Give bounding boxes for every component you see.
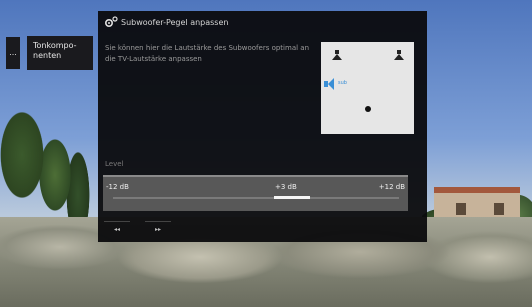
front-left-speaker-icon <box>332 50 342 60</box>
dialog-description: Sie können hier die Lautstärke des Subwo… <box>105 44 310 63</box>
dialog-title: Subwoofer-Pegel anpassen <box>121 17 229 27</box>
level-slider[interactable]: -12 dB +3 dB +12 dB <box>103 175 408 211</box>
fast-forward-icon: ▸▸ <box>154 226 162 233</box>
house-window <box>494 203 504 215</box>
level-current-label: +3 dB <box>275 183 297 191</box>
dialog-titlebar: Subwoofer-Pegel anpassen <box>98 11 427 33</box>
level-label: Level <box>105 160 124 168</box>
slider-fill <box>273 196 310 199</box>
menu-back-label: ... <box>9 48 17 57</box>
level-min-label: -12 dB <box>106 183 129 191</box>
menu-item-tonkomponenten[interactable]: Tonkompo- nenten <box>27 36 93 70</box>
listener-position-icon <box>365 106 371 112</box>
front-right-speaker-icon <box>394 50 404 60</box>
house-window <box>456 203 466 215</box>
level-max-label: +12 dB <box>378 183 405 191</box>
menu-back-tile[interactable]: ... <box>6 37 20 69</box>
speaker-diagram: sub <box>321 42 414 134</box>
rewind-icon: ◂◂ <box>113 226 121 233</box>
fast-forward-button[interactable]: ▸▸ <box>145 221 171 237</box>
subwoofer-dialog: Subwoofer-Pegel anpassen Sie können hier… <box>98 11 427 242</box>
subwoofer-icon <box>324 78 336 90</box>
subwoofer-label: sub <box>338 80 347 86</box>
rewind-button[interactable]: ◂◂ <box>104 221 130 237</box>
slider-track[interactable] <box>113 197 399 199</box>
menu-item-label: Tonkompo- nenten <box>33 41 77 60</box>
gear-icon <box>104 16 118 28</box>
